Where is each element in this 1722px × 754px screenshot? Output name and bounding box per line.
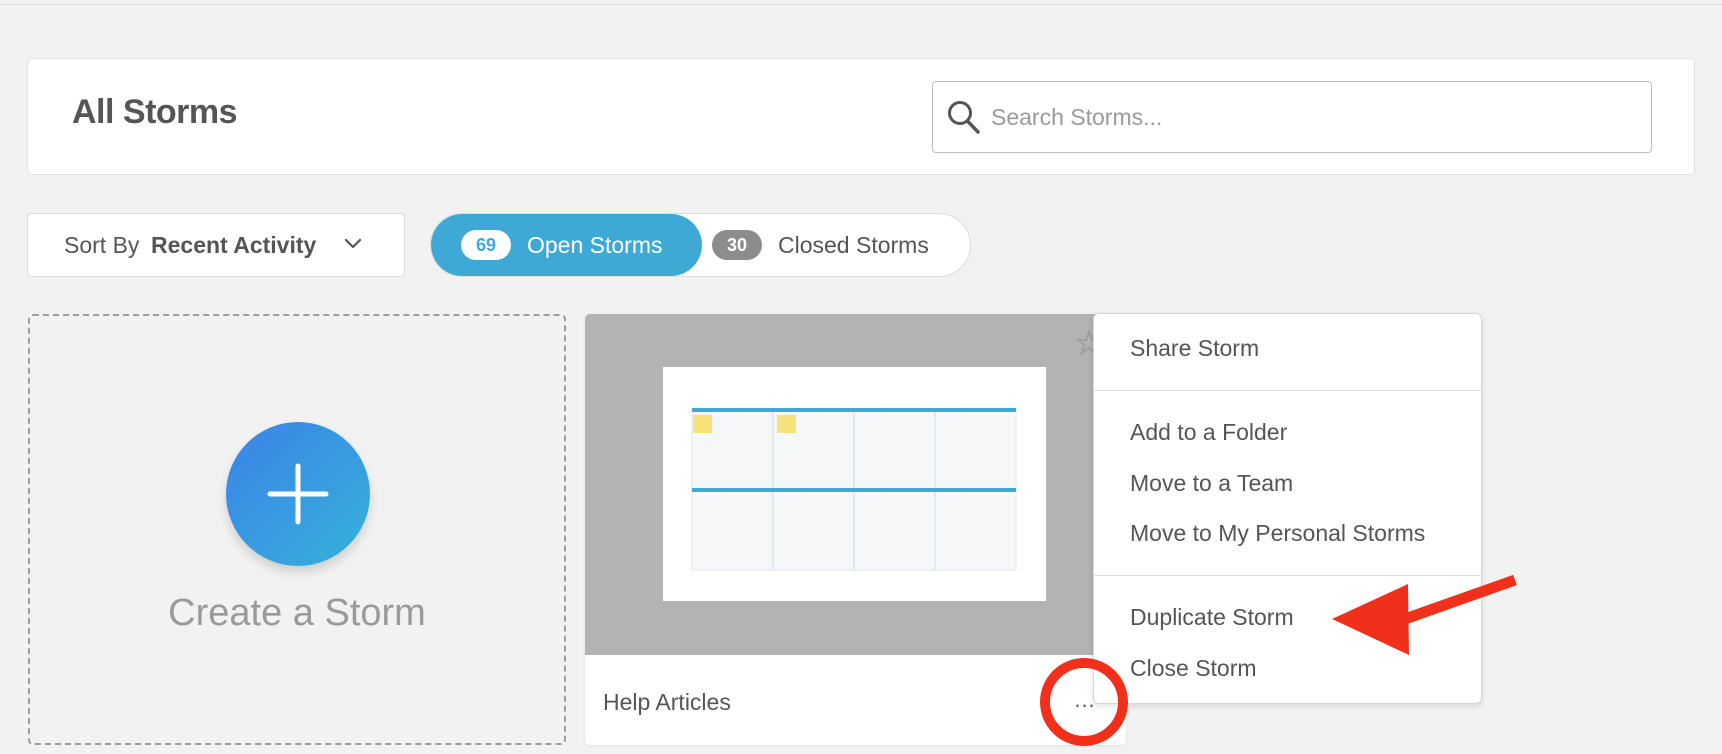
storm-thumbnail xyxy=(663,367,1046,601)
top-divider xyxy=(0,0,1722,5)
menu-item-move-to-team[interactable]: Move to a Team xyxy=(1130,470,1293,497)
sort-label: Sort By xyxy=(64,232,140,258)
open-count-badge: 69 xyxy=(461,230,511,260)
menu-divider xyxy=(1094,390,1481,391)
closed-storms-tab[interactable]: 30 Closed Storms xyxy=(702,214,970,276)
search-input[interactable] xyxy=(989,96,1633,138)
storm-name: Help Articles xyxy=(603,689,731,715)
search-icon xyxy=(948,101,980,134)
annotation-circle xyxy=(1040,658,1128,746)
storm-thumbnail-area[interactable] xyxy=(585,314,1126,655)
closed-storms-label: Closed Storms xyxy=(778,232,929,258)
chevron-down-icon xyxy=(344,238,362,249)
open-storms-label: Open Storms xyxy=(527,232,663,258)
menu-item-duplicate-storm[interactable]: Duplicate Storm xyxy=(1130,604,1294,631)
create-storm-label: Create a Storm xyxy=(168,592,426,634)
menu-item-add-to-folder[interactable]: Add to a Folder xyxy=(1130,419,1287,446)
open-storms-tab[interactable]: 69 Open Storms xyxy=(431,214,702,276)
header-panel: All Storms xyxy=(27,58,1695,175)
storm-status-toggle: 69 Open Storms 30 Closed Storms xyxy=(430,213,971,277)
sort-dropdown[interactable]: Sort By Recent Activity xyxy=(27,213,405,277)
menu-item-close-storm[interactable]: Close Storm xyxy=(1130,655,1257,682)
page-title: All Storms xyxy=(72,93,238,131)
plus-icon xyxy=(267,463,329,525)
menu-item-move-to-personal[interactable]: Move to My Personal Storms xyxy=(1130,520,1425,547)
sort-value: Recent Activity xyxy=(151,232,317,258)
closed-count-badge: 30 xyxy=(712,230,762,260)
create-storm-card[interactable]: Create a Storm xyxy=(28,314,566,745)
menu-item-share-storm[interactable]: Share Storm xyxy=(1130,335,1259,362)
search-box[interactable] xyxy=(932,81,1652,153)
annotation-arrow xyxy=(1332,574,1517,655)
create-storm-button[interactable] xyxy=(226,422,370,566)
board-preview-image xyxy=(691,408,1017,571)
